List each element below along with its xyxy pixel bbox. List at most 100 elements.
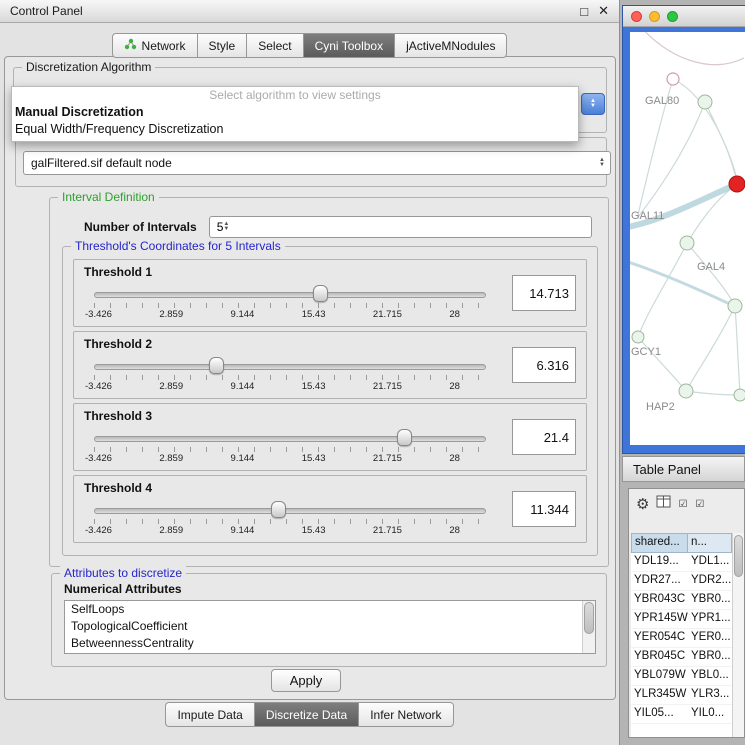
close-traffic-light-icon[interactable] [631, 11, 642, 22]
network-node[interactable] [728, 299, 742, 313]
threshold-3-slider[interactable]: -3.4262.8599.14415.4321.71528 [94, 432, 486, 466]
threshold-4-value-input[interactable] [512, 491, 576, 527]
popup-option-equal-width-frequency[interactable]: Equal Width/Frequency Discretization [12, 121, 578, 138]
list-scrollbar[interactable] [582, 601, 595, 653]
cell[interactable]: YPR1... [688, 610, 732, 628]
minimize-traffic-light-icon[interactable] [649, 11, 660, 22]
table-row[interactable]: YLR345WYLR3... [631, 686, 732, 705]
cell[interactable]: YBR0... [688, 648, 732, 666]
numerical-attributes-list[interactable]: SelfLoops TopologicalCoefficient Between… [64, 600, 596, 654]
list-item[interactable]: SelfLoops [65, 601, 595, 618]
control-panel-titlebar[interactable]: Control Panel □ ✕ [0, 0, 619, 23]
tab-label: Select [258, 39, 291, 53]
slider-track[interactable] [94, 292, 486, 298]
cell[interactable]: YBR045C [631, 648, 688, 666]
slider-thumb[interactable] [209, 357, 224, 374]
scale-label: 2.859 [159, 525, 183, 536]
select-all-checkbox-icon[interactable]: ☑ [678, 499, 688, 510]
list-item[interactable]: BetweennessCentrality [65, 635, 595, 652]
slider-scale: -3.4262.8599.14415.4321.71528 [85, 453, 460, 464]
network-node-selected-red[interactable] [729, 176, 745, 192]
network-icon [124, 38, 137, 53]
tab-network[interactable]: Network [112, 33, 197, 58]
scrollbar-thumb[interactable] [734, 535, 743, 577]
cell[interactable]: YBR043C [631, 591, 688, 609]
network-window-titlebar[interactable] [623, 6, 745, 27]
table-row[interactable]: YDL19...YDL1... [631, 553, 732, 572]
select-none-checkbox-icon[interactable]: ☑ [695, 499, 705, 510]
close-icon[interactable]: ✕ [598, 3, 609, 19]
cell[interactable]: YPR145W [631, 610, 688, 628]
table-row[interactable]: YBL079WYBL0... [631, 667, 732, 686]
cell[interactable]: YER0... [688, 629, 732, 647]
table-row[interactable]: YDR27...YDR2... [631, 572, 732, 591]
threshold-1-value-input[interactable] [512, 275, 576, 311]
zoom-traffic-light-icon[interactable] [667, 11, 678, 22]
number-of-intervals-label: Number of Intervals [84, 220, 197, 234]
slider-track[interactable] [94, 508, 486, 514]
network-canvas[interactable]: GAL80 GAL11 GAL4 GCY1 HAP2 [630, 32, 745, 445]
slider-thumb[interactable] [313, 285, 328, 302]
number-of-intervals-combo[interactable]: 5 ▲ ▼ [209, 216, 592, 238]
cell[interactable]: YDL19... [631, 553, 688, 571]
tab-impute-data[interactable]: Impute Data [165, 702, 253, 727]
threshold-3-value-input[interactable] [512, 419, 576, 455]
threshold-2-slider[interactable]: -3.4262.8599.14415.4321.71528 [94, 360, 486, 394]
cell[interactable]: YBL0... [688, 667, 732, 685]
network-node[interactable] [667, 73, 679, 85]
cell[interactable]: YIL0... [688, 705, 732, 723]
popup-option-manual-discretization[interactable]: Manual Discretization [12, 104, 578, 121]
cell[interactable]: YBL079W [631, 667, 688, 685]
float-window-icon[interactable]: □ [580, 4, 588, 19]
tab-infer-network[interactable]: Infer Network [358, 702, 453, 727]
cell[interactable]: YLR3... [688, 686, 732, 704]
tab-jactivemnodules[interactable]: jActiveMNodules [394, 33, 507, 58]
slider-scale: -3.4262.8599.14415.4321.71528 [85, 525, 460, 536]
table-row[interactable]: YER054CYER0... [631, 629, 732, 648]
table-scrollbar[interactable] [732, 533, 744, 737]
gear-icon[interactable]: ⚙ [636, 495, 649, 513]
threshold-label: Threshold 4 [84, 481, 152, 495]
threshold-1-slider[interactable]: -3.4262.8599.14415.4321.71528 [94, 288, 486, 322]
apply-button[interactable]: Apply [271, 669, 341, 692]
cell[interactable]: YDR27... [631, 572, 688, 590]
table-row[interactable]: YPR145WYPR1... [631, 610, 732, 629]
table-data-selected-value: galFiltered.sif default node [31, 156, 599, 170]
threshold-2-value-input[interactable] [512, 347, 576, 383]
table-row[interactable]: YIL05...YIL0... [631, 705, 732, 724]
network-node[interactable] [734, 389, 745, 401]
column-header-shared-name[interactable]: shared... [631, 533, 688, 553]
top-tab-bar: Network Style Select Cyni Toolbox jActiv… [0, 33, 619, 58]
scrollbar-thumb[interactable] [584, 602, 594, 634]
attributes-to-discretize-group: Attributes to discretize Numerical Attri… [51, 573, 607, 667]
table-panel-header[interactable]: Table Panel [622, 456, 745, 482]
network-node[interactable] [632, 331, 644, 343]
tab-select[interactable]: Select [246, 33, 302, 58]
tab-style[interactable]: Style [197, 33, 247, 58]
table-data-combo[interactable]: galFiltered.sif default node ▲ ▼ [23, 151, 611, 175]
list-item[interactable]: TopologicalCoefficient [65, 618, 595, 635]
cell[interactable]: YDR2... [688, 572, 732, 590]
network-node[interactable] [680, 236, 694, 250]
columns-icon[interactable] [656, 495, 671, 513]
slider-thumb[interactable] [397, 429, 412, 446]
column-header-name[interactable]: n... [688, 533, 732, 553]
network-node[interactable] [698, 95, 712, 109]
network-node[interactable] [679, 384, 693, 398]
cell[interactable]: YDL1... [688, 553, 732, 571]
slider-thumb[interactable] [271, 501, 286, 518]
cell[interactable]: YER054C [631, 629, 688, 647]
cell[interactable]: YBR0... [688, 591, 732, 609]
slider-track[interactable] [94, 436, 486, 442]
cell[interactable]: YIL05... [631, 705, 688, 723]
cell[interactable]: YLR345W [631, 686, 688, 704]
table-row[interactable]: YBR045CYBR0... [631, 648, 732, 667]
algorithm-dropdown-popup: Select algorithm to view settings Manual… [11, 86, 579, 142]
tab-cyni-toolbox[interactable]: Cyni Toolbox [303, 33, 394, 58]
threshold-4-slider[interactable]: -3.4262.8599.14415.4321.71528 [94, 504, 486, 538]
algorithm-combo-button[interactable]: ▲ ▼ [581, 93, 605, 115]
scale-label: -3.426 [85, 453, 112, 464]
tab-discretize-data[interactable]: Discretize Data [254, 702, 358, 727]
slider-track[interactable] [94, 364, 486, 370]
table-row[interactable]: YBR043CYBR0... [631, 591, 732, 610]
